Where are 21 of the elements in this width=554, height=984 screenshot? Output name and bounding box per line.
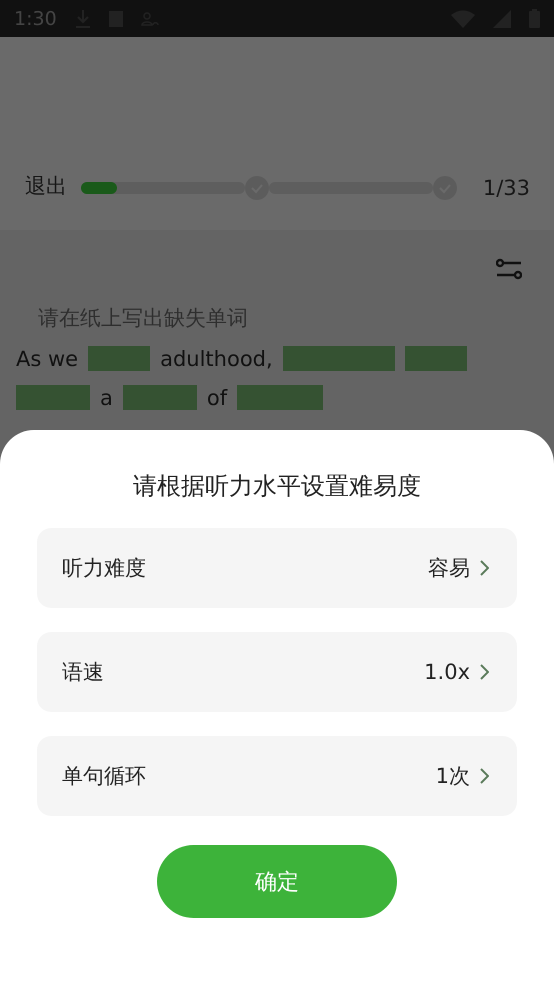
sentence-word: As we	[16, 346, 78, 370]
sentence-word: of	[206, 386, 228, 410]
setting-row[interactable]: 听力难度 容易	[37, 528, 517, 608]
setting-value: 1次	[436, 763, 470, 790]
question-counter: 1/33	[482, 176, 530, 200]
setting-label: 听力难度	[62, 555, 147, 582]
word-blank	[88, 346, 150, 371]
setting-value: 容易	[428, 555, 470, 582]
chevron-icon	[480, 560, 489, 576]
setting-row[interactable]: 单句循环 1次	[37, 736, 517, 816]
setting-label: 单句循环	[62, 763, 147, 790]
settings-icon[interactable]	[496, 258, 522, 280]
sheet-title: 请根据听力水平设置难易度	[133, 471, 421, 502]
setting-row[interactable]: 语速 1.0x	[37, 632, 517, 712]
word-blank	[404, 346, 467, 371]
chevron-icon	[480, 664, 489, 680]
setting-label: 语速	[62, 659, 105, 686]
chevron-icon	[480, 768, 489, 784]
setting-value: 1.0x	[424, 660, 470, 684]
sentence-word: adulthood,	[160, 346, 273, 370]
sentence-word: a	[100, 386, 113, 410]
